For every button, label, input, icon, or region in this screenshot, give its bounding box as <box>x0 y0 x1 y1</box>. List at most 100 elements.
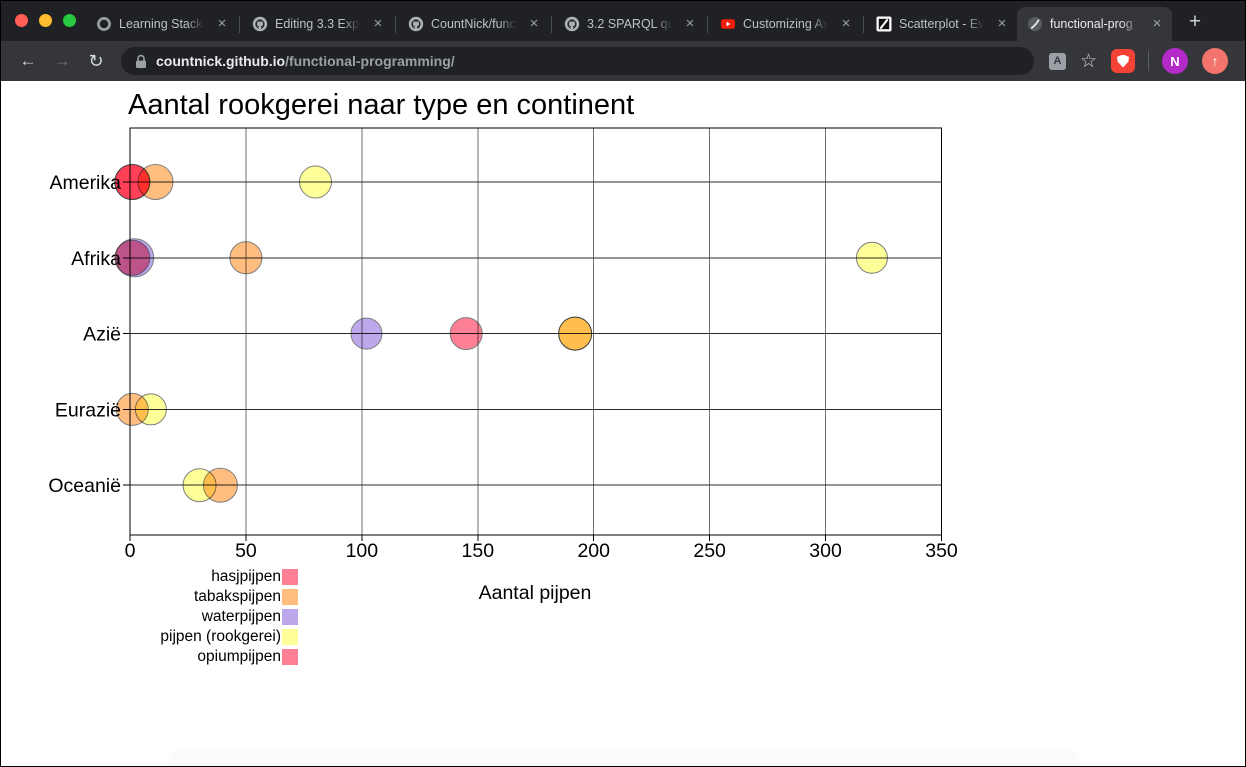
tab-title: functional-prog <box>1050 17 1133 31</box>
window-controls <box>15 14 76 27</box>
gridlines <box>130 128 942 535</box>
url-path: /functional-programming/ <box>285 53 455 69</box>
tab-close-icon[interactable]: × <box>681 15 699 33</box>
data-point-opiumpijpen <box>114 164 151 200</box>
github-icon <box>408 16 424 32</box>
legend-label: opiumpijpen <box>197 648 281 665</box>
legend-item: opiumpijpen <box>1 647 298 667</box>
youtube-icon <box>720 16 736 32</box>
legend-swatch <box>282 569 298 585</box>
tab-title: CountNick/funct <box>431 17 518 31</box>
translate-icon[interactable]: A <box>1048 52 1066 70</box>
data-point-opiumpijpen <box>449 317 483 351</box>
back-button[interactable] <box>15 48 41 74</box>
tab-strip: Learning Stacke × Editing 3.3 Expl × CountNi… <box>1 1 1245 41</box>
github-icon <box>564 16 580 32</box>
browser-toolbar: countnick.github.io/functional-programmi… <box>1 41 1245 81</box>
x-axis-title: Aantal pijpen <box>478 582 592 604</box>
new-tab-button[interactable]: + <box>1180 6 1210 36</box>
url-host: countnick.github.io <box>156 53 286 69</box>
browser-window: Learning Stacke × Editing 3.3 Expl × CountNi… <box>0 0 1246 767</box>
chart-legend: hasjpijpen tabakspijpen waterpijpen pijpen … <box>1 567 298 667</box>
legend-swatch <box>282 629 298 645</box>
zoom-window-button[interactable] <box>63 14 76 27</box>
observable-icon <box>876 16 892 32</box>
svg-text:Oceanië: Oceanië <box>48 475 121 497</box>
close-window-button[interactable] <box>15 14 28 27</box>
browser-tab-customizing-ax[interactable]: Customizing Ax × <box>710 7 861 41</box>
svg-text:250: 250 <box>693 540 726 562</box>
data-point-waterpijpen <box>350 317 383 350</box>
tab-separator <box>239 16 240 33</box>
ring-icon <box>96 16 112 32</box>
tab-close-icon[interactable]: × <box>1148 15 1166 33</box>
svg-text:Eurazië: Eurazië <box>55 399 121 421</box>
legend-item: pijpen (rookgerei) <box>1 627 298 647</box>
tab-separator <box>707 16 708 33</box>
legend-item: hasjpijpen <box>1 567 298 587</box>
legend-label: tabakspijpen <box>193 588 281 605</box>
adblock-extension-icon[interactable] <box>1111 49 1135 73</box>
svg-text:Afrika: Afrika <box>71 248 121 270</box>
svg-text:100: 100 <box>346 540 379 562</box>
tab-close-icon[interactable]: × <box>993 15 1011 33</box>
data-point-opiumpijpen <box>114 239 151 276</box>
reload-button[interactable] <box>83 48 109 74</box>
legend-label: hasjpijpen <box>211 568 281 585</box>
tab-title: 3.2 SPARQL que <box>587 17 674 31</box>
chart-svg: 0 50 100 150 200 250 300 350 Amerika Afrika Azië Eu… <box>48 127 958 562</box>
browser-tab-functional-prog[interactable]: functional-prog × <box>1017 7 1172 41</box>
tab-title: Editing 3.3 Expl <box>275 17 362 31</box>
tab-close-icon[interactable]: × <box>369 15 387 33</box>
url-text: countnick.github.io/functional-programmi… <box>156 53 455 69</box>
browser-tab-editing-3-3-expl[interactable]: Editing 3.3 Expl × <box>242 7 393 41</box>
update-icon[interactable]: ↑ <box>1202 48 1228 74</box>
browser-tab-countnick-funct[interactable]: CountNick/funct × <box>398 7 549 41</box>
globe-icon <box>1027 16 1043 32</box>
data-point-tabakspijpen <box>115 392 149 426</box>
profile-avatar[interactable]: N <box>1162 48 1188 74</box>
tab-separator <box>395 16 396 33</box>
svg-text:350: 350 <box>925 540 958 562</box>
tab-separator <box>551 16 552 33</box>
legend-swatch <box>282 609 298 625</box>
address-bar[interactable]: countnick.github.io/functional-programmi… <box>121 47 1034 75</box>
data-point-tabakspijpen <box>558 316 593 351</box>
browser-tab-scatterplot-ev[interactable]: Scatterplot - Ev × <box>866 7 1017 41</box>
legend-label: pijpen (rookgerei) <box>160 628 281 645</box>
tab-close-icon[interactable]: × <box>213 15 231 33</box>
svg-text:Amerika: Amerika <box>49 172 121 194</box>
svg-text:300: 300 <box>809 540 842 562</box>
svg-text:150: 150 <box>462 540 495 562</box>
legend-swatch <box>282 649 298 665</box>
tab-close-icon[interactable]: × <box>525 15 543 33</box>
legend-item: tabakspijpen <box>1 587 298 607</box>
x-tick-labels: 0 50 100 150 200 250 300 350 <box>125 540 958 562</box>
tab-separator <box>863 16 864 33</box>
svg-text:200: 200 <box>577 540 610 562</box>
minimize-window-button[interactable] <box>39 14 52 27</box>
legend-item: waterpijpen <box>1 607 298 627</box>
shield-icon <box>1117 54 1129 68</box>
data-point-pijpen-rookgerei- <box>298 165 332 199</box>
legend-label: waterpijpen <box>201 608 281 625</box>
browser-tab-3-2-sparql-que[interactable]: 3.2 SPARQL que × <box>554 7 705 41</box>
bottom-scroll-hint <box>171 753 1076 766</box>
tabs-container: Learning Stacke × Editing 3.3 Expl × CountNi… <box>86 1 1172 41</box>
svg-text:50: 50 <box>235 540 257 562</box>
browser-tab-learning-stacke[interactable]: Learning Stacke × <box>86 7 237 41</box>
y-tick-labels: Amerika Afrika Azië Eurazië Oceanië <box>48 172 121 497</box>
page-content: Aantal rookgerei naar type en continent … <box>1 81 1245 766</box>
tab-title: Scatterplot - Ev <box>899 17 985 31</box>
tab-close-icon[interactable]: × <box>837 15 855 33</box>
svg-text:0: 0 <box>125 540 136 562</box>
tab-title: Customizing Ax <box>743 17 830 31</box>
data-point-tabakspijpen <box>202 467 238 503</box>
svg-text:Azië: Azië <box>83 324 121 346</box>
github-icon <box>252 16 268 32</box>
bookmark-star-icon[interactable]: ☆ <box>1080 50 1097 73</box>
forward-button[interactable] <box>49 48 75 74</box>
data-point-tabakspijpen <box>229 241 263 275</box>
data-point-pijpen-rookgerei- <box>855 241 888 274</box>
lock-icon <box>135 54 147 69</box>
